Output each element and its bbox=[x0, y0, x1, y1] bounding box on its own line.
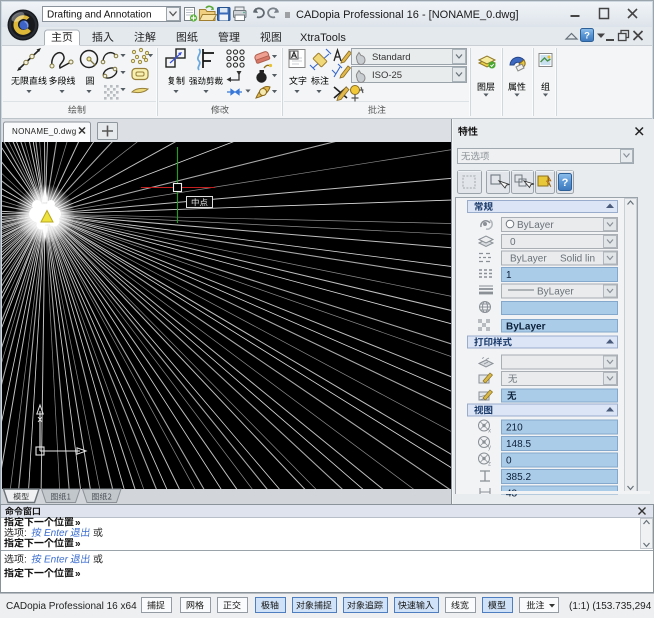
svg-text:(1:1) (153.735,294: (1:1) (153.735,294 bbox=[569, 601, 652, 612]
svg-text:ByLayer: ByLayer bbox=[537, 287, 574, 298]
svg-text:Solid lin: Solid lin bbox=[560, 254, 595, 265]
svg-text::: : bbox=[24, 555, 27, 566]
svg-text:0: 0 bbox=[506, 456, 512, 467]
svg-text:ISO-25: ISO-25 bbox=[372, 70, 402, 81]
svg-text:Enter: Enter bbox=[44, 528, 69, 539]
svg-text:ByLayer: ByLayer bbox=[506, 322, 546, 333]
svg-text:y: y bbox=[488, 445, 491, 451]
svg-text:Enter: Enter bbox=[44, 555, 69, 566]
svg-text:»: » bbox=[75, 569, 81, 580]
svg-text:1: 1 bbox=[506, 270, 512, 281]
svg-text:»: » bbox=[75, 539, 81, 550]
svg-text:?: ? bbox=[584, 31, 590, 42]
svg-text:0: 0 bbox=[510, 237, 516, 248]
svg-text:NONAME_0.dwg: NONAME_0.dwg bbox=[12, 127, 77, 136]
svg-text:z: z bbox=[488, 462, 491, 468]
svg-text:?: ? bbox=[562, 177, 569, 189]
svg-text:ByLayer: ByLayer bbox=[517, 220, 554, 231]
svg-text::: : bbox=[24, 528, 27, 539]
svg-text:385.2: 385.2 bbox=[506, 472, 531, 483]
svg-text:XtraTools: XtraTools bbox=[300, 32, 346, 44]
svg-text:Standard: Standard bbox=[372, 52, 411, 63]
svg-text:CADopia Professional 16 x64: CADopia Professional 16 x64 bbox=[6, 601, 137, 612]
svg-text:CADopia Professional 16 - [NON: CADopia Professional 16 - [NONAME_0.dwg] bbox=[296, 9, 519, 21]
svg-text:x: x bbox=[488, 429, 491, 435]
svg-text:210: 210 bbox=[506, 423, 523, 434]
svg-text:148.5: 148.5 bbox=[506, 439, 531, 450]
svg-text:ByLayer: ByLayer bbox=[510, 254, 547, 265]
svg-text:»: » bbox=[75, 518, 81, 529]
svg-text:Drafting and Annotation: Drafting and Annotation bbox=[47, 10, 152, 21]
